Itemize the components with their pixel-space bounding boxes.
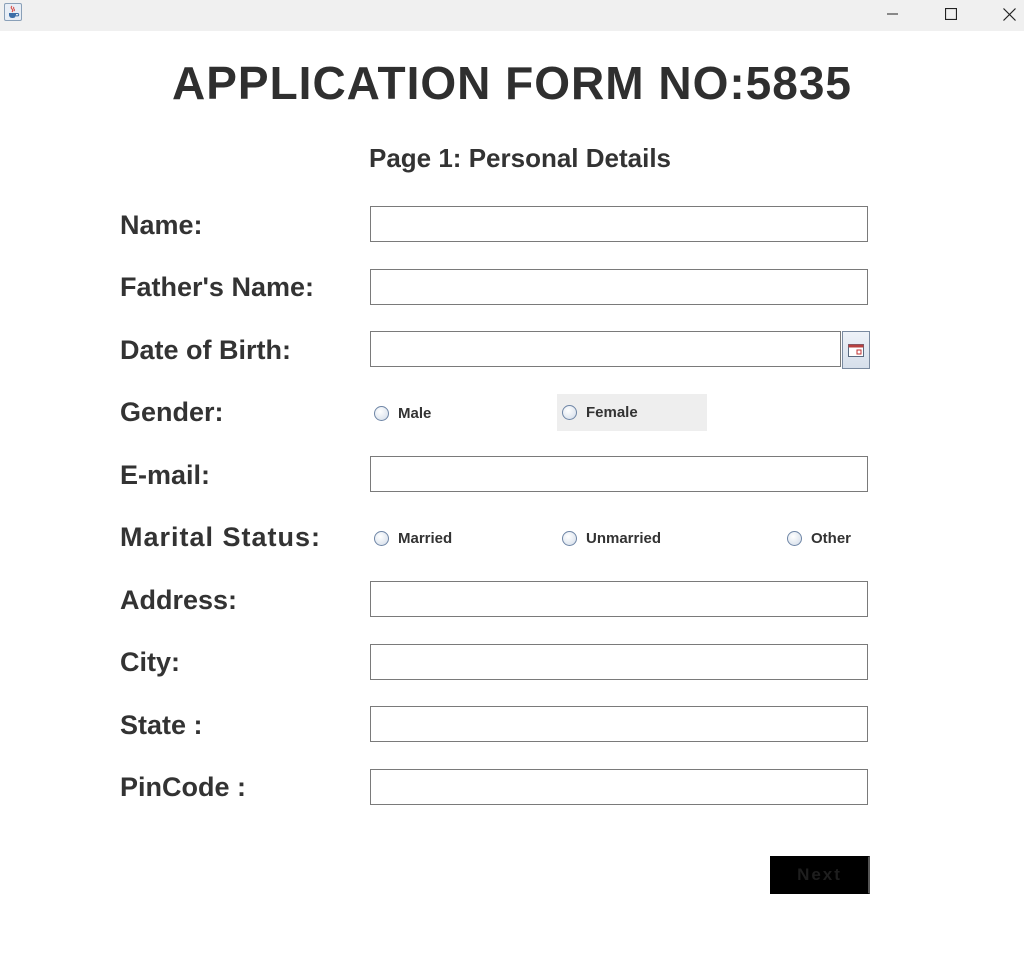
pincode-field[interactable] bbox=[370, 769, 868, 805]
father-name-field[interactable] bbox=[370, 269, 868, 305]
state-field[interactable] bbox=[370, 706, 868, 742]
radio-button-icon bbox=[562, 530, 577, 546]
city-field[interactable] bbox=[370, 644, 868, 680]
radio-button-icon bbox=[562, 405, 577, 420]
window-title-bar bbox=[0, 0, 1024, 31]
address-label: Address: bbox=[120, 585, 238, 615]
radio-button-icon bbox=[374, 530, 389, 546]
marital-married-radio[interactable]: Married bbox=[374, 529, 452, 547]
name-label: Name: bbox=[120, 210, 203, 240]
calendar-icon bbox=[848, 343, 864, 357]
name-field[interactable] bbox=[370, 206, 868, 242]
dob-field[interactable] bbox=[370, 331, 841, 367]
marital-married-label: Married bbox=[398, 529, 453, 547]
marital-unmarried-label: Unmarried bbox=[586, 529, 662, 547]
radio-button-icon bbox=[787, 530, 802, 546]
gender-female-label: Female bbox=[586, 404, 638, 421]
java-cup-icon[interactable] bbox=[4, 3, 22, 21]
state-label: State : bbox=[120, 710, 203, 740]
minimize-button[interactable] bbox=[870, 0, 916, 28]
gender-label: Gender: bbox=[120, 397, 224, 427]
address-field[interactable] bbox=[370, 581, 868, 617]
marital-status-label: Marital Status: bbox=[120, 522, 322, 552]
minimize-icon bbox=[887, 13, 898, 15]
page-subtitle: Page 1: Personal Details bbox=[368, 143, 672, 173]
maximize-button[interactable] bbox=[928, 0, 974, 28]
gender-male-label: Male bbox=[398, 404, 432, 422]
dob-label: Date of Birth: bbox=[120, 335, 291, 365]
city-label: City: bbox=[120, 647, 180, 677]
close-icon bbox=[1002, 7, 1016, 21]
form-title: APPLICATION FORM NO:5835 bbox=[172, 57, 852, 109]
radio-button-icon bbox=[374, 405, 389, 421]
maximize-icon bbox=[945, 8, 957, 20]
next-button[interactable]: Next bbox=[770, 856, 870, 894]
gender-female-radio[interactable]: Female bbox=[557, 394, 707, 431]
calendar-button[interactable] bbox=[842, 331, 870, 369]
marital-other-label: Other bbox=[811, 529, 852, 547]
father-name-label: Father's Name: bbox=[120, 272, 314, 302]
marital-other-radio[interactable]: Other bbox=[787, 529, 851, 547]
close-button[interactable] bbox=[986, 0, 1024, 28]
email-field[interactable] bbox=[370, 456, 868, 492]
gender-male-radio[interactable]: Male bbox=[374, 404, 431, 422]
pincode-label: PinCode : bbox=[120, 772, 246, 802]
marital-unmarried-radio[interactable]: Unmarried bbox=[562, 529, 661, 547]
email-label: E-mail: bbox=[120, 460, 211, 490]
